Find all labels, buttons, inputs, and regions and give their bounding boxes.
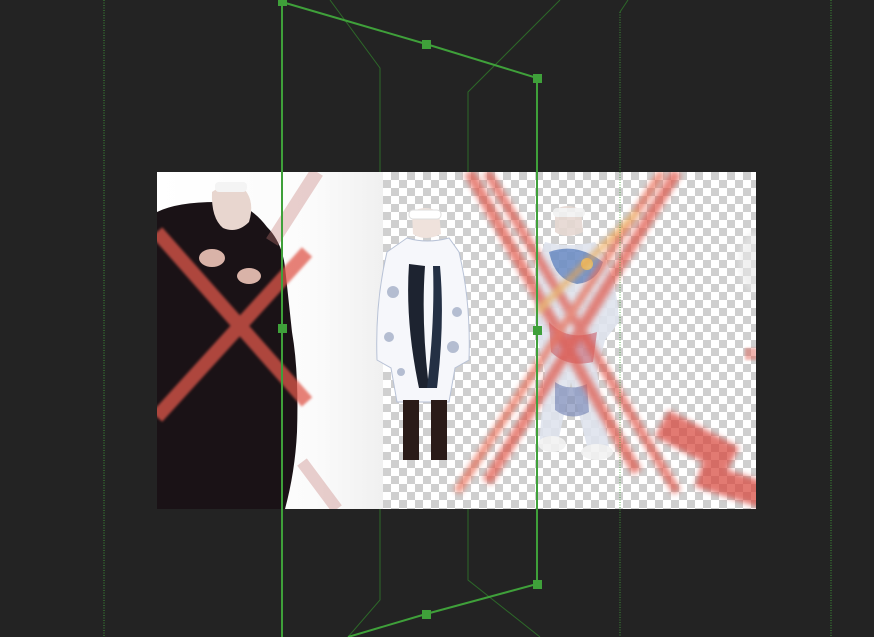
image-content [157, 172, 756, 509]
transform-handle-bottom-right[interactable] [533, 580, 542, 589]
edge-blur [739, 232, 756, 292]
transform-handle-mid-left[interactable] [278, 324, 287, 333]
editor-viewport[interactable] [0, 0, 874, 637]
transform-handle-top-left[interactable] [278, 0, 287, 6]
transform-handle-mid-right[interactable] [533, 326, 542, 335]
transform-handle-bottom-mid[interactable] [422, 610, 431, 619]
transform-handle-top-mid[interactable] [422, 40, 431, 49]
transform-handle-top-right[interactable] [533, 74, 542, 83]
image-layer[interactable] [157, 172, 756, 509]
figure-center-patterned-coat [376, 208, 470, 460]
